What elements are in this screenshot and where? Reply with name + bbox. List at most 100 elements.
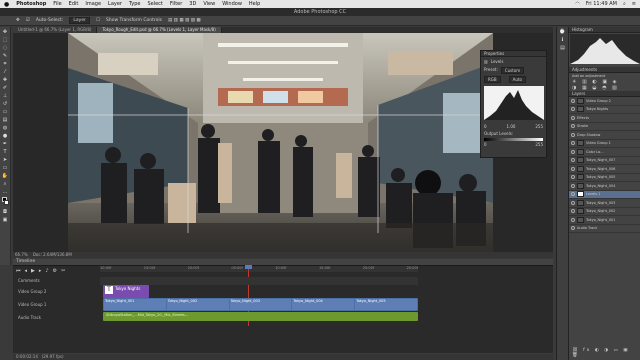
menu-filter[interactable]: Filter bbox=[170, 1, 182, 7]
pen-tool-icon[interactable]: ✒ bbox=[2, 141, 9, 147]
menu-file[interactable]: File bbox=[53, 1, 61, 7]
lasso-tool-icon[interactable]: ◌ bbox=[2, 45, 9, 51]
menu-help[interactable]: Help bbox=[249, 1, 260, 7]
apple-icon[interactable]: ● bbox=[4, 1, 9, 8]
zoom-tool-icon[interactable]: ⌕ bbox=[2, 181, 9, 187]
visibility-icon[interactable] bbox=[571, 141, 575, 146]
visibility-icon[interactable] bbox=[571, 200, 575, 205]
layers-footer-icons[interactable]: ⛓ fx ◐ ◑ ▭ ▣ 🗑 bbox=[572, 348, 640, 358]
visibility-icon[interactable] bbox=[571, 107, 575, 112]
auto-button[interactable]: Auto bbox=[508, 76, 526, 83]
app-menu[interactable]: Photoshop bbox=[16, 1, 46, 7]
layer-row[interactable]: Tokyo_Night_007 bbox=[569, 157, 640, 165]
layer-row[interactable]: Tokyo_Night_004 bbox=[569, 182, 640, 191]
menu-layer[interactable]: Layer bbox=[108, 1, 122, 7]
layer-row[interactable]: Tokyo_Night_002 bbox=[569, 208, 640, 216]
visibility-icon[interactable] bbox=[571, 115, 575, 120]
visibility-icon[interactable] bbox=[571, 175, 575, 180]
visibility-icon[interactable] bbox=[571, 226, 575, 231]
layer-row[interactable]: Drop Shadow bbox=[569, 131, 640, 140]
show-transform-checkbox[interactable]: ☐ bbox=[96, 18, 100, 23]
video-clip[interactable]: Tokyo_Night_002 bbox=[166, 299, 229, 310]
info-icon[interactable]: ℹ bbox=[559, 37, 566, 43]
screen-mode-icon[interactable]: ▣ bbox=[2, 217, 9, 223]
settings-icon[interactable]: ⚙ bbox=[53, 268, 57, 274]
hand-tool-icon[interactable]: ✋ bbox=[2, 173, 9, 179]
search-icon[interactable]: ⌕ bbox=[623, 1, 626, 7]
wifi-icon[interactable]: ◠ bbox=[575, 1, 579, 7]
align-icons[interactable]: ▤ ▥ ▦ ▧ ▨ ▩ bbox=[168, 18, 201, 23]
menu-window[interactable]: Window bbox=[222, 1, 242, 7]
blur-tool-icon[interactable]: ◍ bbox=[2, 125, 9, 131]
output-high[interactable]: 255 bbox=[535, 142, 543, 147]
visibility-icon[interactable] bbox=[571, 149, 575, 154]
brush-tool-icon[interactable]: ✐ bbox=[2, 85, 9, 91]
zoom-level[interactable]: 66.7% bbox=[15, 252, 28, 257]
video-clip[interactable]: Tokyo_Night_003 bbox=[229, 299, 292, 310]
video-clip[interactable]: Tokyo_Night_005 bbox=[355, 299, 417, 310]
history-icon[interactable]: ⌚ bbox=[559, 29, 566, 35]
move-tool-icon[interactable]: ✥ bbox=[16, 18, 20, 23]
playhead-handle[interactable] bbox=[245, 265, 252, 269]
layer-row[interactable]: Tokyo Nights bbox=[569, 106, 640, 114]
channel-dropdown[interactable]: RGB bbox=[484, 76, 501, 83]
track-audio[interactable]: Audio Track bbox=[14, 313, 100, 323]
next-frame-icon[interactable]: ▸ bbox=[39, 268, 42, 274]
visibility-icon[interactable] bbox=[571, 132, 575, 137]
visibility-icon[interactable] bbox=[571, 183, 575, 188]
auto-select-dropdown[interactable]: Layer bbox=[69, 17, 90, 24]
visibility-icon[interactable] bbox=[571, 166, 575, 171]
eraser-tool-icon[interactable]: ▭ bbox=[2, 109, 9, 115]
layer-row[interactable]: Tokyo_Night_003 bbox=[569, 199, 640, 208]
video-clip[interactable]: Tokyo_Night_004 bbox=[292, 299, 355, 310]
crop-tool-icon[interactable]: ⌗ bbox=[2, 61, 9, 67]
video-clip[interactable]: Tokyo_Night_001 bbox=[104, 299, 166, 310]
layer-row-selected[interactable]: Levels 1 bbox=[569, 190, 640, 199]
menu-image[interactable]: Image bbox=[85, 1, 101, 7]
auto-select-checkbox[interactable]: ☑ bbox=[26, 18, 30, 23]
menu-3d[interactable]: 3D bbox=[189, 1, 196, 7]
layer-row[interactable]: Video Group 1 bbox=[569, 140, 640, 148]
adjustment-icons[interactable]: ☀ ▥ ◐ ▣ ◈ ◑ ▦ ◒ ◓ ▧ bbox=[569, 79, 640, 91]
quick-select-tool-icon[interactable]: ✎ bbox=[2, 53, 9, 59]
split-icon[interactable]: ✂ bbox=[61, 268, 65, 274]
subway-photo[interactable] bbox=[68, 33, 493, 252]
eyedropper-tool-icon[interactable]: ⁄ bbox=[2, 69, 9, 75]
visibility-icon[interactable] bbox=[571, 209, 575, 214]
layer-row[interactable]: Tokyo_Night_001 bbox=[569, 216, 640, 225]
move-tool-icon[interactable]: ✥ bbox=[2, 29, 9, 35]
quick-mask-icon[interactable]: ◘ bbox=[2, 209, 9, 215]
healing-tool-icon[interactable]: ✚ bbox=[2, 77, 9, 83]
audio-icon[interactable]: ♪ bbox=[45, 268, 48, 274]
visibility-icon[interactable] bbox=[571, 158, 575, 163]
input-high[interactable]: 255 bbox=[535, 124, 543, 129]
input-mid[interactable]: 1.00 bbox=[507, 124, 516, 129]
layer-row[interactable]: Audio Track bbox=[569, 225, 640, 233]
layer-row[interactable]: Stroke bbox=[569, 123, 640, 131]
visibility-icon[interactable] bbox=[571, 217, 575, 222]
menu-view[interactable]: View bbox=[203, 1, 215, 7]
path-select-tool-icon[interactable]: ➤ bbox=[2, 157, 9, 163]
gradient-tool-icon[interactable]: ▤ bbox=[2, 117, 9, 123]
track-video-group-1[interactable]: Video Group 1 bbox=[14, 300, 100, 310]
layer-row[interactable]: Tokyo_Night_006 bbox=[569, 165, 640, 174]
track-comments[interactable]: Comments bbox=[14, 276, 100, 286]
stamp-tool-icon[interactable]: ⊥ bbox=[2, 93, 9, 99]
video-track-clips[interactable]: Tokyo_Night_001 Tokyo_Night_002 Tokyo_Ni… bbox=[103, 298, 418, 311]
properties-icon[interactable]: ▤ bbox=[559, 45, 566, 51]
input-low[interactable]: 0 bbox=[484, 124, 487, 129]
type-tool-icon[interactable]: T bbox=[2, 149, 9, 155]
layer-row[interactable]: Video Group 2 bbox=[569, 97, 640, 106]
more-tools-icon[interactable]: … bbox=[2, 189, 9, 195]
visibility-icon[interactable] bbox=[571, 192, 575, 197]
title-clip[interactable]: T Tokyo Nights bbox=[103, 285, 149, 298]
layer-row[interactable]: Color Lo... bbox=[569, 148, 640, 157]
output-low[interactable]: 0 bbox=[484, 142, 487, 147]
track-video-group-2[interactable]: Video Group 2 bbox=[14, 287, 100, 297]
menu-select[interactable]: Select bbox=[147, 1, 162, 7]
timeline-ruler[interactable]: 10:00f 15:00f 20:00f 05:00f 10:00f 15:00… bbox=[100, 266, 418, 272]
play-icon[interactable]: ▶ bbox=[31, 268, 35, 274]
dodge-tool-icon[interactable]: ● bbox=[2, 133, 9, 139]
first-frame-icon[interactable]: ⏮ bbox=[16, 268, 21, 274]
menu-type[interactable]: Type bbox=[129, 1, 140, 7]
